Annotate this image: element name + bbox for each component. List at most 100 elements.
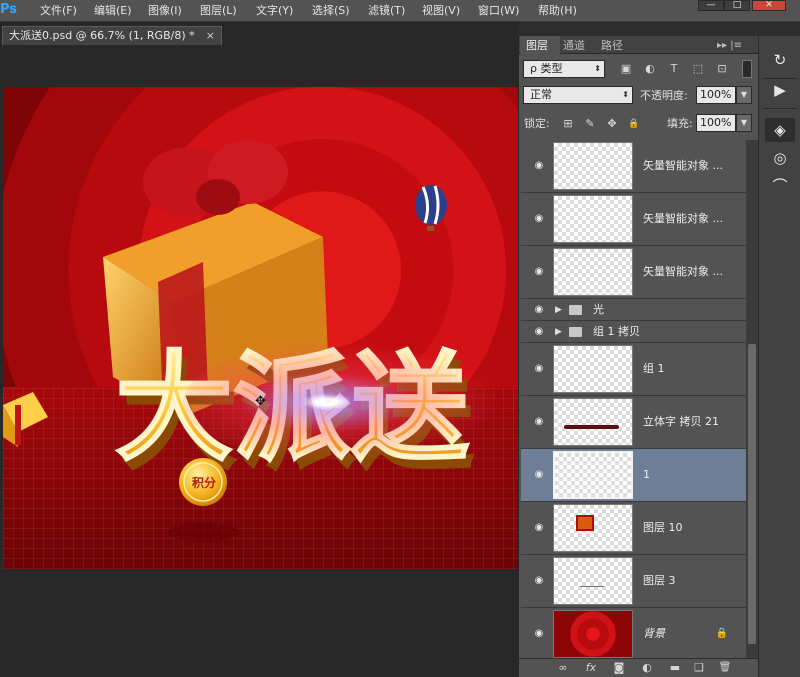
panel-menu-icon[interactable]: ▸▸ |≡: [717, 38, 742, 54]
expand-arrow-icon[interactable]: ▶: [555, 326, 562, 338]
visibility-eye-icon[interactable]: ◉: [531, 522, 547, 534]
delete-layer-icon[interactable]: 🗑: [717, 661, 733, 675]
smart-object-filter-icon[interactable]: ⊡: [715, 62, 729, 76]
adjustment-filter-icon[interactable]: ◐: [643, 62, 657, 76]
visibility-eye-icon[interactable]: ◉: [531, 304, 547, 316]
add-mask-icon[interactable]: ◙: [611, 661, 627, 675]
opacity-input[interactable]: 100%: [696, 86, 736, 104]
layer-group-copy[interactable]: ◉ ▶ 组 1 拷贝: [521, 321, 746, 343]
panel-dock: ↻ ▶ ◈ ◎ ⌒: [758, 36, 800, 677]
lock-position-icon[interactable]: ✥: [605, 117, 619, 131]
panel-header-strip: [518, 23, 800, 36]
tab-paths[interactable]: 路径: [601, 38, 623, 54]
close-window-button[interactable]: ✕: [752, 0, 786, 11]
layer-thumbnail: [553, 248, 633, 296]
menu-window[interactable]: 窗口(W): [478, 3, 519, 19]
lock-transparent-icon[interactable]: ⊞: [561, 117, 575, 131]
minimize-button[interactable]: —: [698, 0, 724, 11]
blend-mode-value: 正常: [530, 88, 552, 101]
layer-row-layer3[interactable]: ◉ 图层 3: [521, 555, 746, 608]
document-canvas[interactable]: 大派送 大派送 积分 ✥: [3, 87, 518, 569]
layer-row-3d-text[interactable]: ◉ 立体字 拷贝 21: [521, 396, 746, 449]
shape-filter-icon[interactable]: ⬚: [691, 62, 705, 76]
layer-name: 图层 10: [643, 521, 683, 534]
layer-list: ◉ 矢量智能对象 ... ◉ 矢量智能对象 ... ◉ 矢量智能对象 ... ◉…: [521, 140, 746, 658]
layer-name: 矢量智能对象 ...: [643, 265, 723, 278]
menu-bar: Ps 文件(F) 编辑(E) 图像(I) 图层(L) 文字(Y) 选择(S) 滤…: [0, 0, 800, 22]
visibility-eye-icon[interactable]: ◉: [531, 213, 547, 225]
visibility-eye-icon[interactable]: ◉: [531, 160, 547, 172]
new-group-icon[interactable]: ▬: [667, 661, 683, 675]
layer-thumbnail: [553, 398, 633, 446]
layer-row-layer10[interactable]: ◉ 图层 10: [521, 502, 746, 555]
channels-icon[interactable]: ◎: [765, 146, 795, 170]
layer-filter-dropdown[interactable]: ρ 类型 ⬍: [523, 60, 605, 78]
layer-row-smart-1[interactable]: ◉ 矢量智能对象 ...: [521, 140, 746, 193]
visibility-eye-icon[interactable]: ◉: [531, 628, 547, 640]
scrollbar-thumb[interactable]: [748, 344, 756, 644]
layer-name: 组 1 拷贝: [593, 325, 640, 338]
photoshop-logo: Ps: [0, 2, 18, 17]
lock-all-icon[interactable]: 🔒: [627, 117, 641, 131]
maximize-button[interactable]: □: [724, 0, 750, 11]
visibility-eye-icon[interactable]: ◉: [531, 363, 547, 375]
menu-type[interactable]: 文字(Y): [256, 3, 293, 19]
lock-label: 锁定:: [524, 117, 550, 130]
layer-row-smart-2[interactable]: ◉ 矢量智能对象 ...: [521, 193, 746, 246]
fill-dropdown-button[interactable]: ▼: [736, 114, 752, 132]
menu-help[interactable]: 帮助(H): [538, 3, 577, 19]
layer-list-scrollbar[interactable]: [746, 140, 758, 658]
layer-group-light[interactable]: ◉ ▶ 光: [521, 299, 746, 321]
new-layer-icon[interactable]: ❑: [691, 661, 707, 675]
expand-arrow-icon[interactable]: ▶: [555, 304, 562, 316]
type-filter-icon[interactable]: T: [667, 62, 681, 76]
history-icon[interactable]: ↻: [765, 48, 795, 72]
blend-mode-dropdown[interactable]: 正常 ⬍: [523, 86, 633, 104]
layer-row-1-selected[interactable]: ◉ 1: [521, 449, 746, 502]
visibility-eye-icon[interactable]: ◉: [531, 326, 547, 338]
layer-name: 1: [643, 468, 650, 481]
layer-name: 组 1: [643, 362, 665, 375]
panel-tab-strip: 图层 通道 路径 ▸▸ |≡: [519, 36, 759, 54]
fill-input[interactable]: 100%: [696, 114, 736, 132]
visibility-eye-icon[interactable]: ◉: [531, 575, 547, 587]
menu-file[interactable]: 文件(F): [40, 3, 77, 19]
tab-channels[interactable]: 通道: [563, 38, 585, 54]
visibility-eye-icon[interactable]: ◉: [531, 266, 547, 278]
link-layers-icon[interactable]: ∞: [555, 661, 571, 675]
tab-layers[interactable]: 图层: [526, 38, 548, 54]
opacity-dropdown-button[interactable]: ▼: [736, 86, 752, 104]
menu-filter[interactable]: 滤镜(T): [368, 3, 405, 19]
visibility-eye-icon[interactable]: ◉: [531, 469, 547, 481]
menu-image[interactable]: 图像(I): [148, 3, 182, 19]
actions-play-icon[interactable]: ▶: [765, 78, 795, 102]
layer-thumbnail: [553, 142, 633, 190]
opacity-label: 不透明度:: [640, 89, 688, 102]
layers-icon[interactable]: ◈: [765, 118, 795, 142]
pixel-filter-icon[interactable]: ▣: [619, 62, 633, 76]
menu-select[interactable]: 选择(S): [312, 3, 350, 19]
search-icon: ρ: [530, 62, 537, 75]
layer-thumbnail: [553, 345, 633, 393]
close-tab-icon[interactable]: ×: [206, 27, 215, 44]
layer-name: 图层 3: [643, 574, 676, 587]
document-tab[interactable]: 大派送0.psd @ 66.7% (1, RGB/8) * ×: [2, 26, 222, 45]
layers-panel: 图层 通道 路径 ▸▸ |≡ ρ 类型 ⬍ ▣ ◐ T ⬚ ⊡ 正常 ⬍ 不透明…: [518, 36, 759, 677]
fx-icon[interactable]: fx: [583, 661, 599, 675]
menu-layer[interactable]: 图层(L): [200, 3, 237, 19]
small-gift-left: [3, 392, 48, 447]
adjustment-layer-icon[interactable]: ◐: [639, 661, 655, 675]
layer-row-group1[interactable]: ◉ 组 1: [521, 343, 746, 396]
menu-view[interactable]: 视图(V): [422, 3, 460, 19]
lock-paint-icon[interactable]: ✎: [583, 117, 597, 131]
filter-toggle-switch[interactable]: [742, 60, 752, 78]
layer-row-background[interactable]: ◉ 背景 🔒: [521, 608, 746, 658]
layer-thumbnail: [553, 610, 633, 658]
visibility-eye-icon[interactable]: ◉: [531, 416, 547, 428]
layer-name: 光: [593, 303, 604, 316]
document-tab-bar: 大派送0.psd @ 66.7% (1, RGB/8) * ×: [0, 23, 518, 45]
layer-name: 立体字 拷贝 21: [643, 415, 719, 428]
menu-edit[interactable]: 编辑(E): [94, 3, 132, 19]
layer-row-smart-3[interactable]: ◉ 矢量智能对象 ...: [521, 246, 746, 299]
paths-icon[interactable]: ⌒: [765, 174, 795, 198]
